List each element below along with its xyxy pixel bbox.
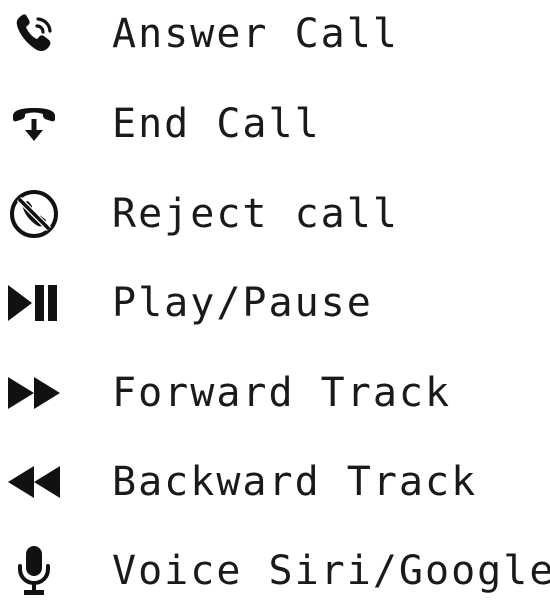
controls-legend: Answer Call End Call Reject call Play/Pa…	[0, 0, 550, 599]
phone-reject-icon	[6, 188, 62, 240]
legend-label: End Call	[112, 101, 321, 147]
fast-forward-icon	[6, 367, 62, 419]
phone-hangup-icon	[6, 98, 62, 150]
phone-answer-icon	[6, 8, 62, 60]
rewind-icon	[6, 456, 62, 508]
play-pause-icon	[6, 277, 62, 329]
legend-item-voice-assistant: Voice Siri/Google	[0, 541, 550, 601]
legend-item-play-pause: Play/Pause	[0, 273, 550, 333]
legend-item-end-call: End Call	[0, 94, 550, 154]
legend-item-answer-call: Answer Call	[0, 4, 550, 64]
legend-label: Backward Track	[112, 459, 478, 505]
legend-label: Forward Track	[112, 370, 452, 416]
legend-label: Play/Pause	[112, 280, 373, 326]
legend-item-backward-track: Backward Track	[0, 452, 550, 512]
legend-item-forward-track: Forward Track	[0, 363, 550, 423]
microphone-icon	[6, 545, 62, 597]
legend-label: Answer Call	[112, 11, 399, 57]
legend-item-reject-call: Reject call	[0, 184, 550, 244]
legend-label: Reject call	[112, 191, 399, 237]
legend-label: Voice Siri/Google	[112, 548, 550, 594]
